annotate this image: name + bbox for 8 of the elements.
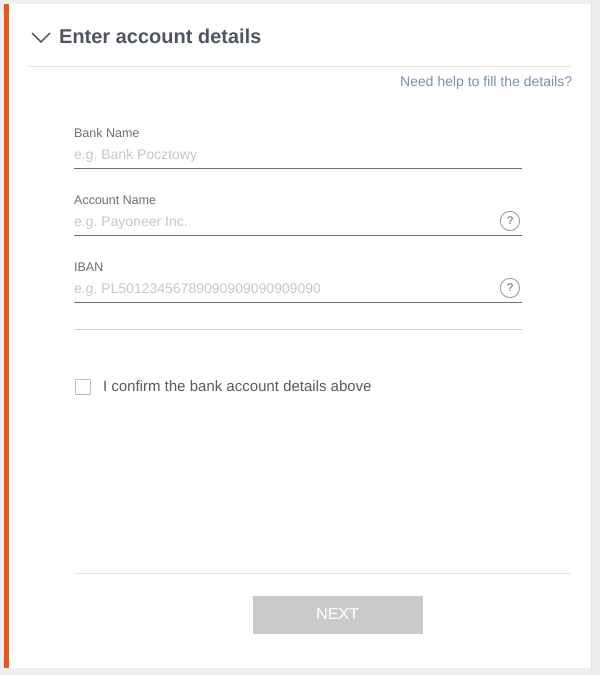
field-label: IBAN bbox=[74, 260, 104, 274]
field-label: Account Name bbox=[74, 193, 157, 207]
checkbox-label: I confirm the bank account details above bbox=[103, 378, 372, 395]
help-button[interactable]: ? bbox=[500, 278, 520, 298]
field-label: Bank Name bbox=[74, 126, 140, 140]
checkbox[interactable] bbox=[75, 378, 91, 394]
help-button[interactable]: ? bbox=[500, 211, 520, 231]
section-header[interactable]: Enter account details bbox=[31, 26, 262, 49]
